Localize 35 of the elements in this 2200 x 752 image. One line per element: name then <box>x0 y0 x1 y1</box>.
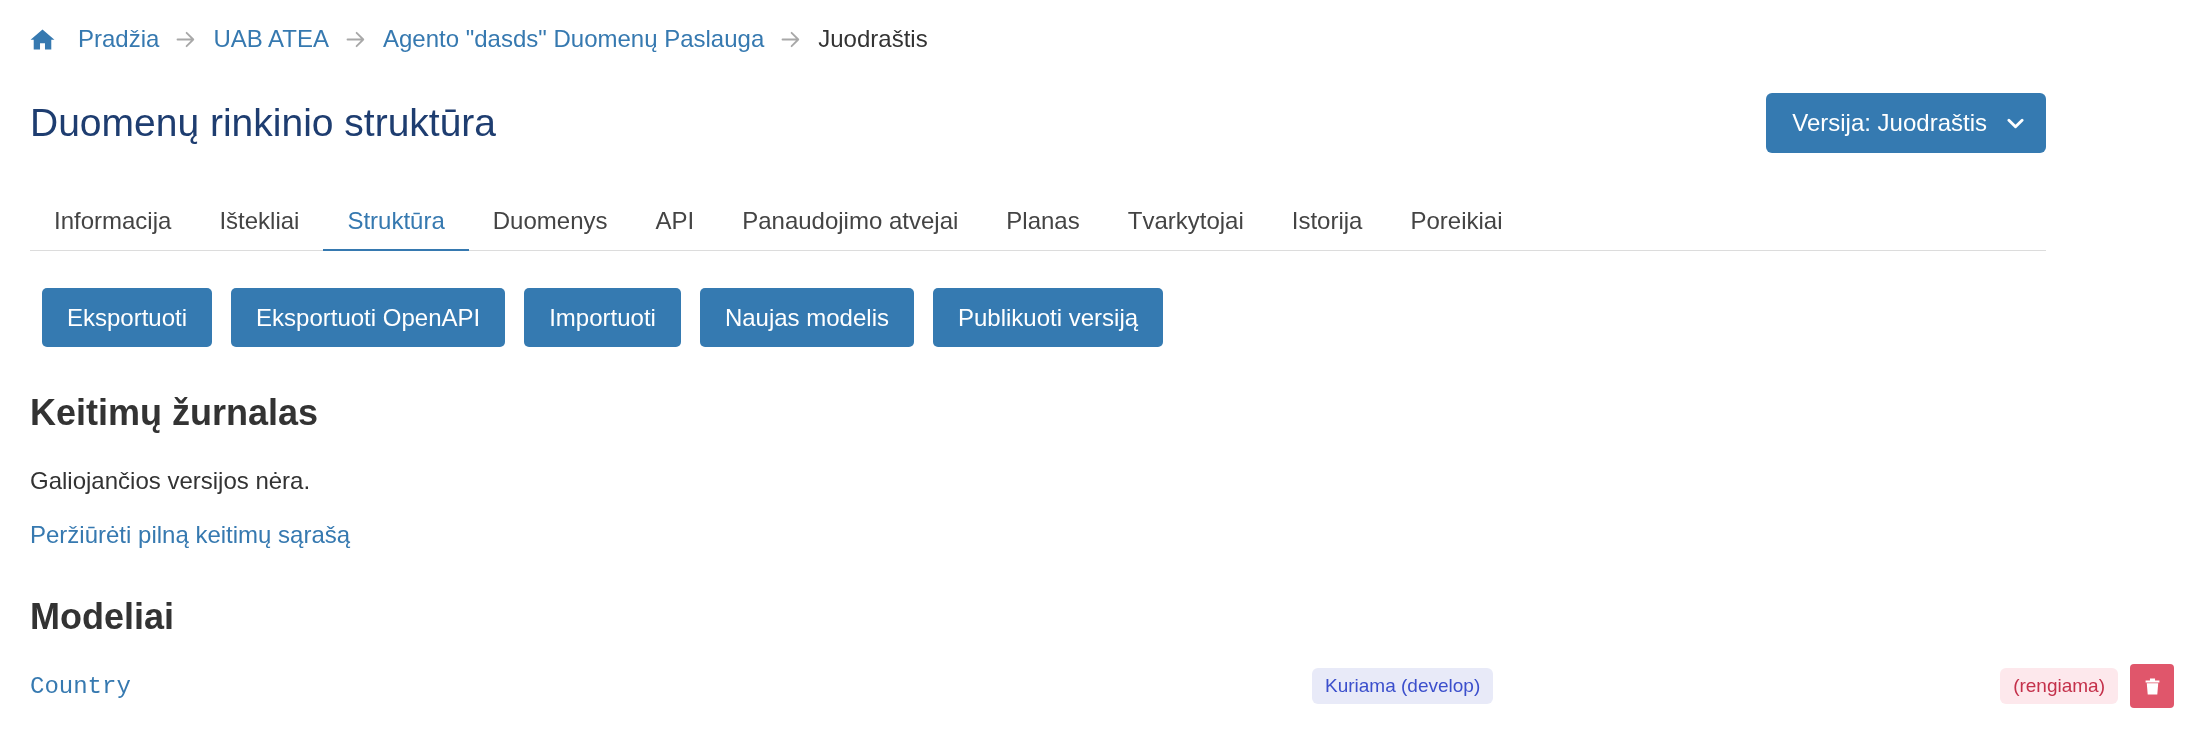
changelog-link[interactable]: Peržiūrėti pilną keitimų sąrašą <box>30 520 351 550</box>
tab[interactable]: Istorija <box>1267 193 1387 251</box>
arrow-right-icon <box>781 30 802 48</box>
page-title: Duomenų rinkinio struktūra <box>30 100 497 146</box>
tab[interactable]: Ištekliai <box>195 193 324 251</box>
breadcrumb-link[interactable]: UAB ATEA <box>213 24 329 54</box>
delete-button[interactable] <box>2130 664 2174 708</box>
tab[interactable]: Tvarkytojai <box>1103 193 1268 251</box>
tab[interactable]: API <box>631 193 719 251</box>
action-button[interactable]: Eksportuoti OpenAPI <box>231 288 506 347</box>
chevron-down-icon <box>2007 117 2024 129</box>
action-button[interactable]: Naujas modelis <box>699 288 914 347</box>
home-link[interactable]: Pradžia <box>30 24 160 54</box>
section-heading: Modeliai <box>30 596 175 638</box>
tab[interactable]: Struktūra <box>323 193 469 251</box>
action-button[interactable]: Eksportuoti <box>42 288 213 347</box>
tab[interactable]: Poreikiai <box>1386 193 1527 251</box>
trash-icon <box>2144 677 2160 695</box>
state-badge: (rengiama) <box>2000 668 2118 704</box>
model-name-link[interactable]: Country <box>30 672 1312 700</box>
breadcrumb-link[interactable]: Agento "dasds" Duomenų Paslauga <box>382 24 765 54</box>
section-heading: Keitimų žurnalas <box>30 392 319 434</box>
action-button[interactable]: Importuoti <box>524 288 681 347</box>
arrow-right-icon <box>345 30 366 48</box>
version-dropdown[interactable]: Versija: Juodraštis <box>1766 93 2046 153</box>
arrow-right-icon <box>176 30 197 48</box>
breadcrumb-current: Juodraštis <box>818 24 928 54</box>
status-message: Galiojančios versijos nėra. <box>30 466 311 496</box>
tab[interactable]: Planas <box>982 193 1104 251</box>
status-badge: Kuriama (develop) <box>1312 668 1494 704</box>
home-icon <box>30 28 55 50</box>
tab[interactable]: Panaudojimo atvejai <box>718 193 983 251</box>
action-button[interactable]: Publikuoti versiją <box>933 288 1164 347</box>
tab[interactable]: Informacija <box>30 193 196 251</box>
tab[interactable]: Duomenys <box>468 193 632 251</box>
